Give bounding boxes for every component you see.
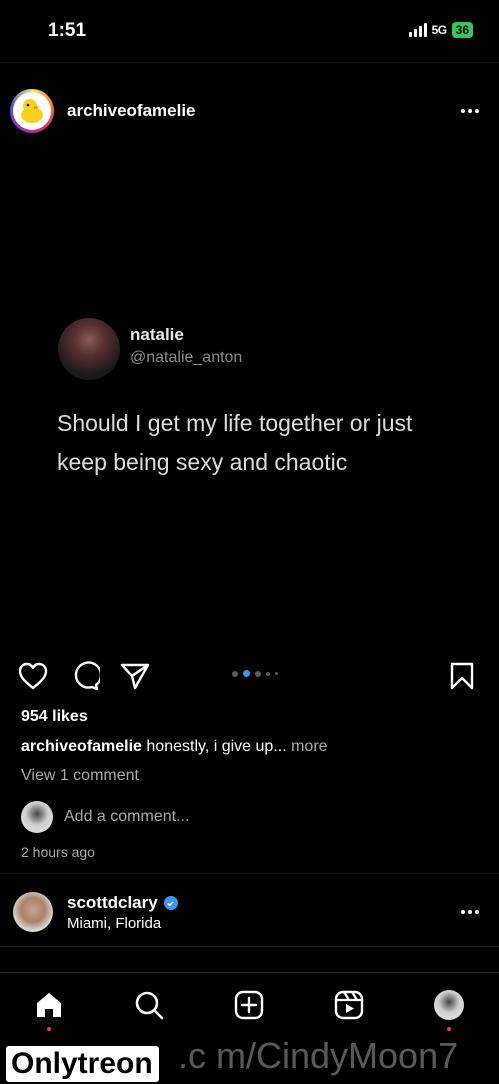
caption-username[interactable]: archiveofamelie — [21, 738, 142, 755]
post-media[interactable] — [0, 128, 499, 648]
profile-avatar[interactable] — [432, 988, 466, 1022]
post-author-avatar[interactable] — [10, 89, 54, 133]
next-post-location[interactable]: Miami, Florida — [67, 915, 161, 932]
share-icon[interactable] — [120, 662, 150, 695]
watermark-badge: Onlytreon — [4, 1044, 161, 1084]
status-time: 1:51 — [48, 20, 87, 41]
nav-divider — [0, 972, 499, 973]
home-notification-dot — [47, 1027, 51, 1031]
tweet-text: Should I get my life together or just ke… — [57, 410, 413, 475]
add-comment-input[interactable]: Add a comment... — [64, 808, 189, 826]
duck-avatar-icon — [13, 92, 51, 130]
like-count[interactable]: 954 likes — [21, 708, 88, 726]
profile-avatar-image — [434, 990, 464, 1020]
tweet-name: natalie — [130, 325, 184, 344]
network-label: 5G — [431, 23, 448, 37]
header-divider — [0, 62, 499, 63]
carousel-dot-active — [243, 670, 250, 677]
my-avatar — [21, 801, 53, 833]
caption-more-link[interactable]: more — [291, 738, 327, 755]
carousel-dot — [232, 670, 238, 677]
like-icon[interactable] — [18, 662, 48, 695]
status-indicators: 5G 36 — [408, 22, 473, 38]
next-post-avatar[interactable] — [13, 892, 53, 932]
post-author-username[interactable]: archiveofamelie — [67, 101, 196, 121]
home-icon[interactable] — [32, 988, 66, 1022]
next-post-user: scottdclary — [67, 893, 178, 913]
post-caption: archiveofamelie honestly, i give up... m… — [21, 738, 328, 756]
verified-badge-icon — [163, 896, 178, 910]
watermark-url: .c m/CindyMoon7 — [178, 1035, 459, 1076]
feed-divider — [0, 946, 499, 947]
reels-icon[interactable] — [332, 988, 366, 1022]
create-icon[interactable] — [232, 988, 266, 1022]
view-comments-link[interactable]: View 1 comment — [21, 767, 139, 785]
carousel-indicator — [232, 670, 278, 677]
next-post-options-icon[interactable] — [461, 910, 479, 914]
carousel-dot — [255, 670, 261, 677]
signal-icon — [408, 23, 427, 37]
post-divider — [0, 873, 499, 874]
save-icon[interactable] — [450, 662, 474, 695]
caption-text: honestly, i give up... — [146, 738, 287, 755]
post-timestamp: 2 hours ago — [21, 844, 95, 860]
tweet-avatar — [58, 318, 120, 380]
comment-icon[interactable] — [70, 661, 103, 696]
profile-notification-dot — [447, 1027, 451, 1031]
carousel-dot — [266, 671, 270, 676]
battery-icon: 36 — [451, 22, 473, 38]
next-post-username[interactable]: scottdclary — [67, 893, 158, 913]
carousel-dot — [275, 672, 278, 675]
post-options-icon[interactable] — [461, 109, 479, 113]
tweet-handle: @natalie_anton — [130, 349, 243, 366]
search-icon[interactable] — [132, 988, 166, 1022]
